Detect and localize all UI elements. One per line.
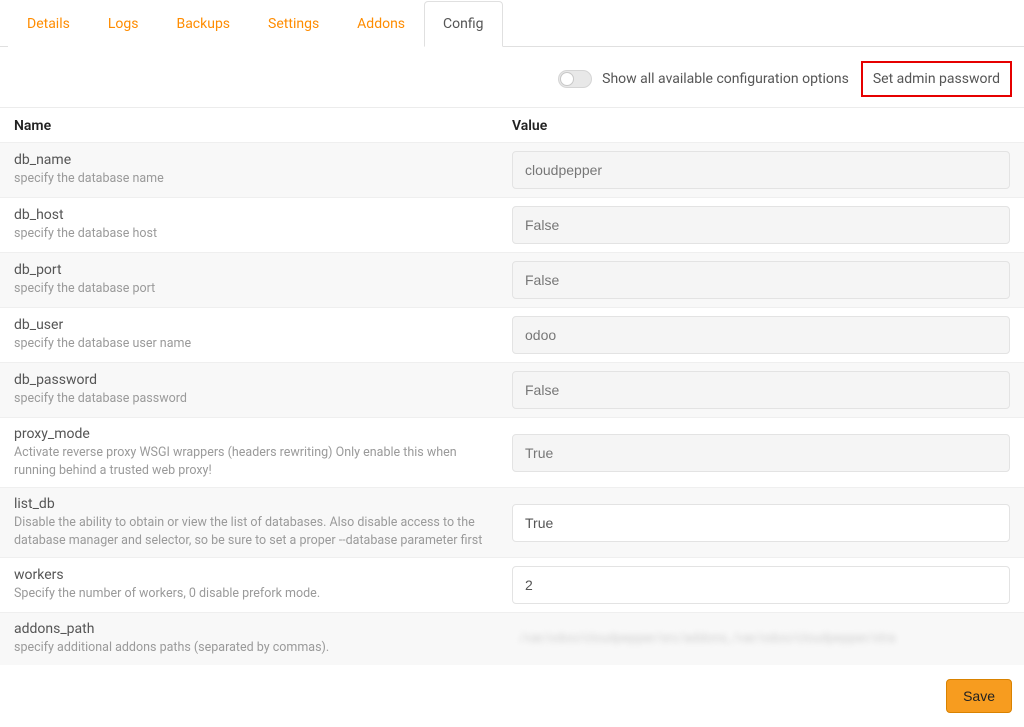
config-key: proxy_mode — [14, 426, 500, 442]
config-desc: specify the database port — [14, 280, 500, 298]
config-row-list-db: list_db Disable the ability to obtain or… — [0, 487, 1024, 557]
tab-settings[interactable]: Settings — [249, 1, 338, 47]
config-key: workers — [14, 567, 500, 583]
config-value-input[interactable] — [512, 434, 1010, 472]
options-row: Show all available configuration options… — [0, 47, 1024, 107]
config-value-input[interactable] — [512, 566, 1010, 604]
config-desc: specify the database name — [14, 170, 500, 188]
tab-bar: Details Logs Backups Settings Addons Con… — [0, 0, 1024, 47]
config-value-input[interactable] — [512, 504, 1010, 542]
header-value: Value — [512, 118, 1010, 134]
config-desc: Specify the number of workers, 0 disable… — [14, 585, 500, 603]
config-value-input[interactable] — [512, 371, 1010, 409]
config-key: db_port — [14, 262, 500, 278]
table-header: Name Value — [0, 108, 1024, 142]
config-row-db-user: db_user specify the database user name — [0, 307, 1024, 362]
config-desc: Activate reverse proxy WSGI wrappers (he… — [14, 444, 500, 479]
config-value-input[interactable] — [512, 206, 1010, 244]
set-admin-password-button[interactable]: Set admin password — [861, 61, 1012, 97]
config-value-input[interactable] — [512, 316, 1010, 354]
header-name: Name — [14, 118, 512, 134]
save-button[interactable]: Save — [946, 679, 1012, 713]
config-desc: specify the database host — [14, 225, 500, 243]
tab-backups[interactable]: Backups — [157, 1, 249, 47]
config-key: db_password — [14, 372, 500, 388]
tab-addons[interactable]: Addons — [338, 1, 424, 47]
config-value-input[interactable] — [512, 261, 1010, 299]
config-desc: specify additional addons paths (separat… — [14, 639, 500, 657]
config-desc: specify the database password — [14, 390, 500, 408]
config-row-db-name: db_name specify the database name — [0, 142, 1024, 197]
tab-details[interactable]: Details — [8, 1, 89, 47]
config-row-proxy-mode: proxy_mode Activate reverse proxy WSGI w… — [0, 417, 1024, 487]
config-key: db_user — [14, 317, 500, 333]
config-row-db-host: db_host specify the database host — [0, 197, 1024, 252]
config-desc: Disable the ability to obtain or view th… — [14, 514, 500, 549]
config-key: list_db — [14, 496, 500, 512]
config-row-db-password: db_password specify the database passwor… — [0, 362, 1024, 417]
show-all-toggle-wrap: Show all available configuration options — [558, 70, 849, 88]
toggle-knob — [560, 72, 574, 86]
config-value-input[interactable] — [512, 151, 1010, 189]
show-all-label: Show all available configuration options — [602, 71, 849, 87]
config-value-blurred: /var/odoo/cloudpepper/src/addons, /var/o… — [512, 622, 1010, 656]
config-desc: specify the database user name — [14, 335, 500, 353]
footer: Save — [0, 665, 1024, 727]
show-all-toggle[interactable] — [558, 70, 592, 88]
config-key: addons_path — [14, 621, 500, 637]
config-row-workers: workers Specify the number of workers, 0… — [0, 557, 1024, 612]
config-table: Name Value db_name specify the database … — [0, 107, 1024, 665]
config-key: db_host — [14, 207, 500, 223]
config-row-db-port: db_port specify the database port — [0, 252, 1024, 307]
config-row-addons-path: addons_path specify additional addons pa… — [0, 612, 1024, 665]
tab-logs[interactable]: Logs — [89, 1, 158, 47]
tab-config[interactable]: Config — [424, 1, 502, 47]
config-key: db_name — [14, 152, 500, 168]
